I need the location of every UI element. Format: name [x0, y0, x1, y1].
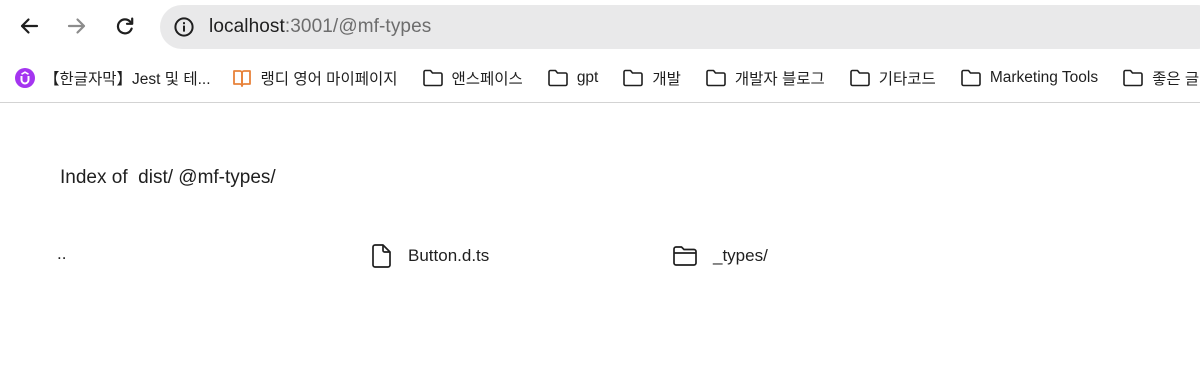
page-title: Index of dist/ @mf-types/: [60, 167, 276, 188]
bookmarks-bar: 【한글자막】Jest 및 테... 랭디 영어 마이페이지 앤스페이스 gpt …: [0, 54, 1200, 103]
folder-icon: [622, 67, 644, 89]
site-info-button[interactable]: [164, 7, 204, 47]
folder-icon: [960, 67, 982, 89]
info-circle-icon: [174, 17, 194, 37]
bookmark-folder-gpt[interactable]: gpt: [547, 67, 599, 89]
entry-name: ..: [57, 244, 67, 263]
url-host: localhost: [209, 16, 285, 37]
bookmark-label: 앤스페이스: [451, 71, 523, 88]
bookmark-label: 개발자 블로그: [734, 71, 825, 88]
bookmark-label: 기타코드: [878, 71, 936, 88]
forward-button[interactable]: [60, 9, 94, 43]
bookmark-label: 개발: [652, 71, 681, 88]
back-button[interactable]: [12, 9, 46, 43]
bookmark-english-mypage[interactable]: 랭디 영어 마이페이지: [231, 67, 398, 89]
folder-icon: [422, 67, 444, 89]
bookmark-folder-marketing-tools[interactable]: Marketing Tools: [960, 67, 1098, 89]
browser-toolbar: localhost:3001/@mf-types: [0, 0, 1200, 54]
bookmark-label: 좋은 글: [1152, 71, 1200, 88]
folder-icon: [1122, 67, 1144, 89]
arrow-left-icon: [20, 18, 39, 34]
parent-directory-link[interactable]: ..: [57, 244, 66, 264]
arrow-right-icon: [67, 18, 86, 34]
bookmark-folder-dev-blog[interactable]: 개발자 블로그: [705, 67, 825, 89]
bookmark-jest-course[interactable]: 【한글자막】Jest 및 테...: [14, 67, 211, 89]
address-bar[interactable]: localhost:3001/@mf-types: [160, 5, 1200, 49]
udemy-icon: [14, 67, 36, 89]
bookmark-label: 랭디 영어 마이페이지: [260, 71, 398, 88]
folder-icon: [672, 243, 698, 269]
bookmark-folder-good-articles[interactable]: 좋은 글: [1122, 67, 1199, 89]
folder-icon: [849, 67, 871, 89]
bookmark-label: 【한글자막】Jest 및 테...: [44, 71, 211, 88]
entry-name: Button.d.ts: [408, 246, 490, 265]
book-icon: [231, 67, 253, 89]
folder-icon: [705, 67, 727, 89]
folder-icon: [547, 67, 569, 89]
reload-button[interactable]: [108, 9, 142, 43]
bookmark-label: gpt: [576, 69, 599, 86]
bookmark-folder-dev[interactable]: 개발: [622, 67, 681, 89]
bookmark-folder-misc-code[interactable]: 기타코드: [849, 67, 936, 89]
folder-entry-types[interactable]: _types/: [672, 243, 768, 269]
reload-icon: [116, 17, 134, 35]
url-text[interactable]: localhost:3001/@mf-types: [209, 16, 431, 38]
file-entry-button-d-ts[interactable]: Button.d.ts: [369, 243, 489, 269]
bookmark-folder-anspace[interactable]: 앤스페이스: [422, 67, 523, 89]
entry-name: _types/: [713, 246, 768, 265]
url-path: :3001/@mf-types: [284, 16, 432, 37]
file-icon: [369, 243, 393, 269]
bookmark-label: Marketing Tools: [989, 69, 1099, 86]
